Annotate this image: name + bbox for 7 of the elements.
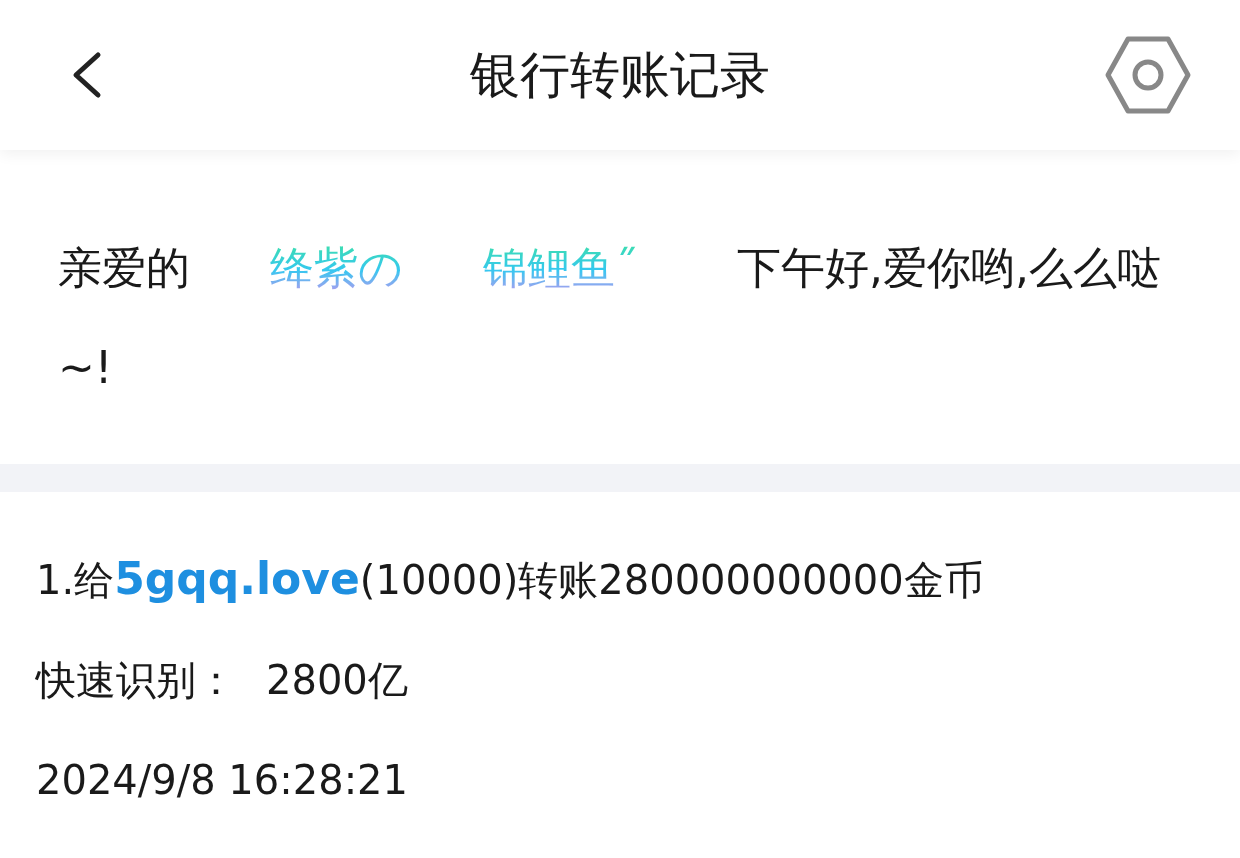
quick-value: 2800亿 — [266, 655, 408, 705]
recipient-link[interactable]: 5gqq.love — [114, 552, 360, 604]
quick-label: 快速识别： — [36, 655, 236, 705]
transfer-time: 2024/9/8 16:28:21 — [36, 757, 408, 803]
greeting-text: 亲爱的 绛紫の 锦鲤鱼˝ 下午好,爱你哟,么么哒~! — [58, 241, 1162, 395]
page-title: 银行转账记录 — [470, 45, 770, 104]
transfer-text: 1.给5gqq.love(10000)转账280000000000金币 — [36, 552, 984, 606]
